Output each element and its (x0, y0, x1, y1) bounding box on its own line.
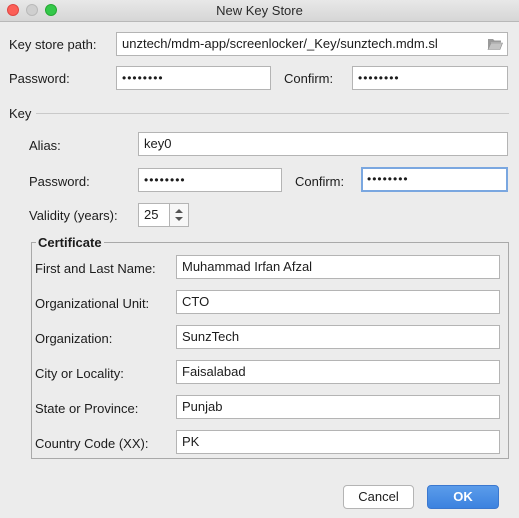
cert-label-country: Country Code (XX): (35, 436, 149, 451)
cert-field-country[interactable]: PK (176, 430, 500, 454)
key-section-label: Key (9, 106, 32, 121)
key-password-label: Password: (29, 174, 90, 189)
keystore-path-label: Key store path: (9, 37, 97, 52)
cert-field-name[interactable]: Muhammad Irfan Afzal (176, 255, 500, 279)
key-confirm-field[interactable]: •••••••• (361, 167, 508, 192)
cert-field-org-unit[interactable]: CTO (176, 290, 500, 314)
window-title: New Key Store (216, 3, 303, 18)
cert-label-org-unit: Organizational Unit: (35, 296, 150, 311)
ok-button[interactable]: OK (427, 485, 499, 509)
validity-label: Validity (years): (29, 208, 118, 223)
validity-field[interactable]: 25 (138, 203, 170, 227)
cancel-button[interactable]: Cancel (343, 485, 414, 509)
keystore-path-field[interactable]: unztech/mdm-app/screenlocker/_Key/sunzte… (116, 32, 508, 56)
cert-label-name: First and Last Name: (35, 261, 156, 276)
keystore-path-value: unztech/mdm-app/screenlocker/_Key/sunzte… (122, 36, 438, 51)
keystore-confirm-field[interactable]: •••••••• (352, 66, 508, 90)
certificate-legend: Certificate (36, 235, 104, 250)
stepper-arrows-icon[interactable] (170, 204, 188, 226)
folder-open-icon[interactable] (487, 37, 503, 51)
cert-label-organization: Organization: (35, 331, 113, 346)
key-password-field[interactable]: •••••••• (138, 168, 282, 192)
validity-stepper[interactable] (169, 203, 189, 227)
cert-field-city[interactable]: Faisalabad (176, 360, 500, 384)
alias-field[interactable]: key0 (138, 132, 508, 156)
cert-field-state[interactable]: Punjab (176, 395, 500, 419)
key-section-divider (36, 113, 509, 114)
title-bar: New Key Store (0, 0, 519, 22)
keystore-password-label: Password: (9, 71, 70, 86)
keystore-confirm-label: Confirm: (284, 71, 334, 86)
key-confirm-label: Confirm: (295, 174, 345, 189)
keystore-password-field[interactable]: •••••••• (116, 66, 271, 90)
cert-field-organization[interactable]: SunzTech (176, 325, 500, 349)
alias-label: Alias: (29, 138, 61, 153)
cert-label-state: State or Province: (35, 401, 139, 416)
cert-label-city: City or Locality: (35, 366, 124, 381)
